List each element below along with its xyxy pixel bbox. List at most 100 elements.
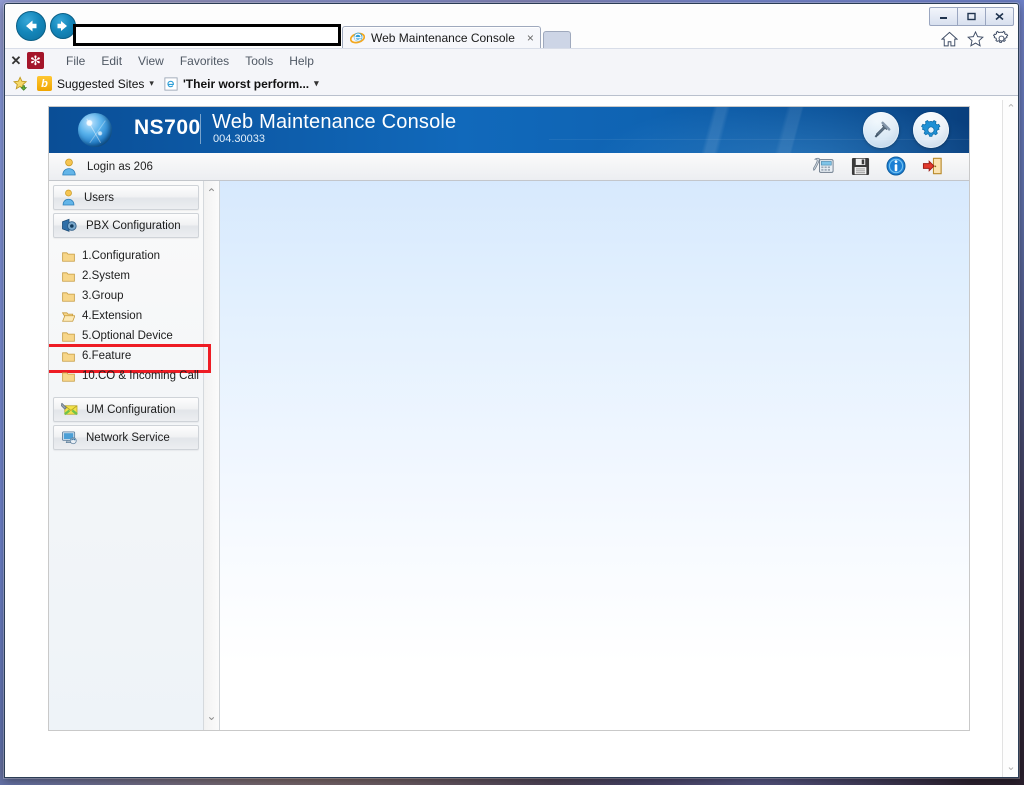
command-bar-close-icon[interactable]: ✕ — [5, 53, 27, 69]
folder-closed-icon — [62, 291, 75, 302]
sidebar-group-label: PBX Configuration — [86, 219, 181, 232]
scroll-down-icon[interactable]: ⌄ — [206, 710, 216, 722]
folder-closed-icon — [62, 331, 75, 342]
favorites-icon[interactable] — [967, 30, 984, 47]
globe-logo-icon — [78, 113, 112, 147]
tools-gear-icon[interactable] — [993, 30, 1010, 47]
banner-buttons — [863, 112, 949, 148]
folder-closed-icon — [62, 251, 75, 262]
new-tab-button[interactable] — [542, 31, 571, 48]
sidebar-tree: 1.Configuration 2.System 3.Group 4.Exten… — [49, 241, 211, 390]
sidebar-item-label: 6.Feature — [82, 350, 132, 362]
menu-item-file[interactable]: File — [58, 54, 93, 68]
minimize-button[interactable] — [929, 7, 958, 26]
phone-device-icon[interactable] — [813, 156, 835, 176]
sidebar-item-10-co-and-incoming-call[interactable]: 10.CO & Incoming Call — [53, 366, 203, 386]
sidebar-item-5-optional-device[interactable]: 5.Optional Device — [53, 326, 203, 346]
sidebar-group-um-configuration[interactable]: UM Configuration — [53, 397, 199, 422]
sidebar: Users PBX Configuration 1.Configuration … — [49, 181, 211, 730]
back-button[interactable] — [16, 11, 46, 41]
user-icon — [62, 189, 75, 206]
sidebar-group-label: Users — [84, 191, 115, 204]
tab-close-icon[interactable]: × — [527, 31, 534, 45]
logout-icon[interactable] — [922, 156, 943, 176]
app-version: 004.30033 — [213, 133, 265, 145]
menu-item-tools[interactable]: Tools — [237, 54, 281, 68]
folder-closed-icon — [62, 351, 75, 362]
web-maintenance-console-app: NS700 Web Maintenance Console 004.30033 — [48, 106, 970, 731]
navigation-row: Web Maintenance Console × — [5, 4, 1018, 48]
restore-icon — [967, 12, 976, 21]
folder-open-icon — [62, 311, 75, 322]
login-bar: Login as 206 — [49, 153, 969, 181]
address-input[interactable] — [76, 27, 338, 43]
tab-strip: Web Maintenance Console × — [342, 26, 571, 48]
add-favorites-icon[interactable] — [13, 75, 29, 92]
sidebar-item-2-system[interactable]: 2.System — [53, 266, 203, 286]
restore-button[interactable] — [957, 7, 986, 26]
tab-title: Web Maintenance Console — [371, 30, 515, 45]
gear-icon — [921, 119, 941, 137]
chevron-down-icon[interactable]: ▾ — [314, 78, 319, 89]
sidebar-group-label: UM Configuration — [86, 403, 176, 416]
minimize-icon — [940, 17, 947, 19]
address-bar[interactable] — [73, 24, 341, 46]
sidebar-item-3-group[interactable]: 3.Group — [53, 286, 203, 306]
tab-web-maintenance-console[interactable]: Web Maintenance Console × — [342, 26, 541, 48]
scroll-up-icon[interactable]: ⌃ — [1006, 104, 1015, 115]
save-icon[interactable] — [851, 157, 870, 176]
app-toolbar — [813, 156, 943, 176]
sidebar-group-pbx-configuration[interactable]: PBX Configuration — [53, 213, 199, 238]
close-icon — [995, 12, 1004, 21]
scroll-up-icon[interactable]: ⌃ — [206, 187, 216, 199]
close-button[interactable] — [985, 7, 1014, 26]
sidebar-item-1-configuration[interactable]: 1.Configuration — [53, 246, 203, 266]
sidebar-group-network-service[interactable]: Network Service — [53, 425, 199, 450]
network-icon — [62, 431, 77, 445]
browser-toolbar-icons — [941, 30, 1010, 47]
window-controls — [929, 7, 1014, 26]
home-icon[interactable] — [941, 31, 958, 47]
login-status-text: Login as 206 — [87, 160, 153, 173]
um-icon — [61, 402, 78, 416]
browser-chrome: Web Maintenance Console × ✕ ✻ File Edit … — [5, 4, 1018, 96]
sidebar-scrollbar[interactable]: ⌃ ⌄ — [204, 181, 220, 730]
sidebar-item-6-feature[interactable]: 6.Feature — [49, 344, 211, 373]
sidebar-item-label: 5.Optional Device — [82, 330, 173, 342]
app-banner: NS700 Web Maintenance Console 004.30033 — [49, 107, 969, 153]
bing-icon: b — [37, 76, 52, 91]
hammer-icon — [874, 121, 890, 138]
addon-icon[interactable]: ✻ — [27, 52, 44, 69]
ie-icon — [164, 76, 178, 91]
user-icon — [62, 158, 76, 175]
ie-icon — [350, 32, 365, 44]
menu-item-view[interactable]: View — [130, 54, 172, 68]
page-scrollbar[interactable]: ⌃ ⌄ — [1002, 100, 1018, 777]
favorite-their-worst-perform[interactable]: 'Their worst perform... ▾ — [162, 77, 321, 91]
menu-item-edit[interactable]: Edit — [93, 54, 130, 68]
chevron-down-icon[interactable]: ▾ — [149, 78, 154, 89]
sidebar-group-users[interactable]: Users — [53, 185, 199, 210]
favorite-label: 'Their worst perform... — [182, 76, 310, 91]
sidebar-item-label: 10.CO & Incoming Call — [82, 370, 199, 382]
content-pane — [220, 181, 969, 730]
menu-item-help[interactable]: Help — [281, 54, 322, 68]
scroll-down-icon[interactable]: ⌄ — [1006, 762, 1015, 773]
favorite-suggested-sites[interactable]: b Suggested Sites ▾ — [35, 76, 156, 91]
app-title: Web Maintenance Console — [212, 111, 457, 133]
information-icon[interactable] — [886, 156, 906, 176]
sidebar-group-label: Network Service — [86, 431, 170, 444]
sidebar-item-label: 3.Group — [82, 290, 124, 302]
app-body: Users PBX Configuration 1.Configuration … — [49, 181, 969, 730]
settings-gear-button[interactable] — [913, 112, 949, 148]
browser-window: Web Maintenance Console × ✕ ✻ File Edit … — [4, 3, 1019, 778]
sidebar-item-label: 2.System — [82, 270, 130, 282]
menu-item-favorites[interactable]: Favorites — [172, 54, 237, 68]
brand-divider — [200, 114, 201, 144]
sidebar-item-4-extension[interactable]: 4.Extension — [53, 306, 203, 326]
favorite-label: Suggested Sites — [57, 76, 145, 91]
sidebar-item-label: 1.Configuration — [82, 250, 160, 262]
maintenance-hammer-button[interactable] — [863, 112, 899, 148]
folder-closed-icon — [62, 371, 75, 382]
favorites-bar: b Suggested Sites ▾ 'Their worst perform… — [5, 72, 1018, 96]
